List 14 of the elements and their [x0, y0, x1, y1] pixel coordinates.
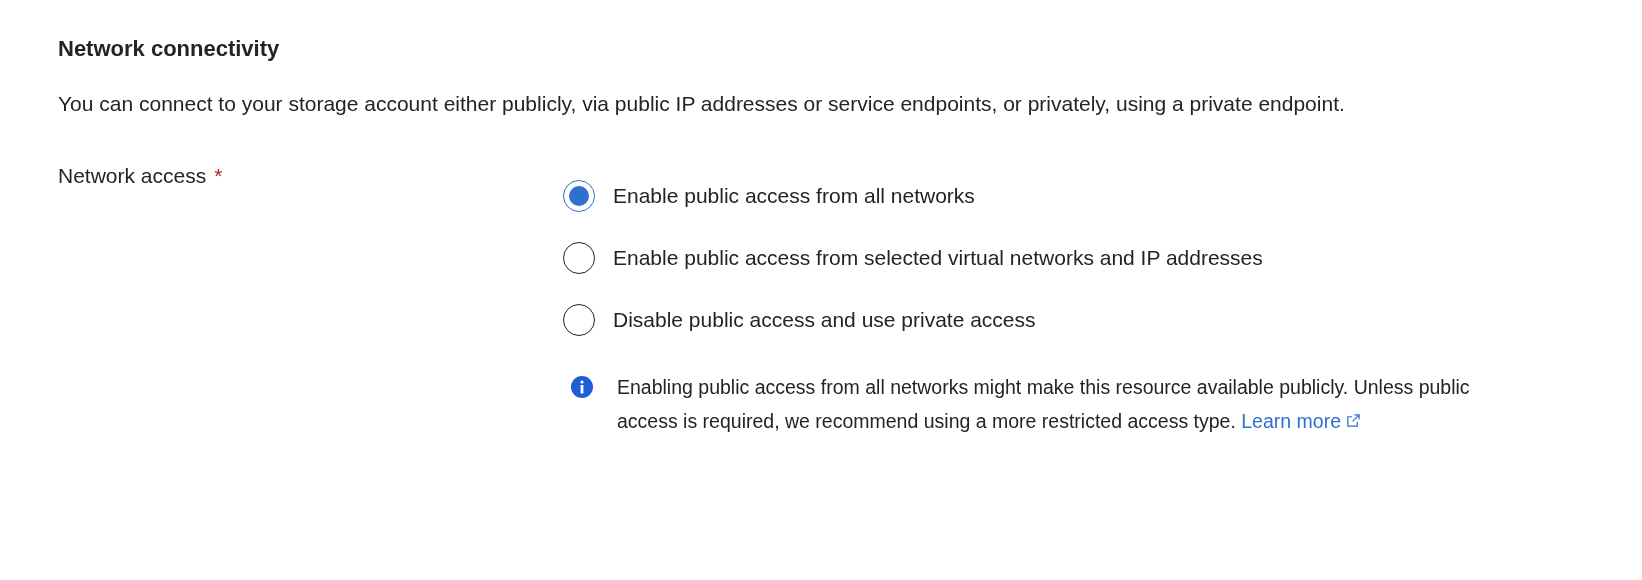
option-label: Enable public access from all networks: [613, 184, 975, 208]
section-title: Network connectivity: [58, 36, 281, 62]
required-mark: *: [214, 164, 223, 188]
learn-more-link[interactable]: Learn more: [1241, 410, 1362, 432]
radio-option[interactable]: Disable public access and use private access: [563, 304, 1036, 336]
radio-option[interactable]: Enable public access from all networks: [563, 180, 975, 212]
field-label: Network access: [58, 164, 207, 188]
section-description: You can connect to your storage account either publicly, via public IP addresses or service endpoints, or privately, using a private endpoint.: [58, 91, 1346, 117]
radio-option[interactable]: Enable public access from selected virtual networks and IP addresses: [563, 242, 1263, 274]
info-icon: [571, 376, 593, 398]
option-label: Enable public access from selected virtual networks and IP addresses: [613, 246, 1263, 270]
info-message: Enabling public access from all networks might make this resource available publicly. Unless public access is required, we recommend using a more restricted access type. Learn more: [617, 375, 1471, 434]
external-link-icon: [1346, 413, 1362, 428]
option-label: Disable public access and use private access: [613, 308, 1036, 332]
